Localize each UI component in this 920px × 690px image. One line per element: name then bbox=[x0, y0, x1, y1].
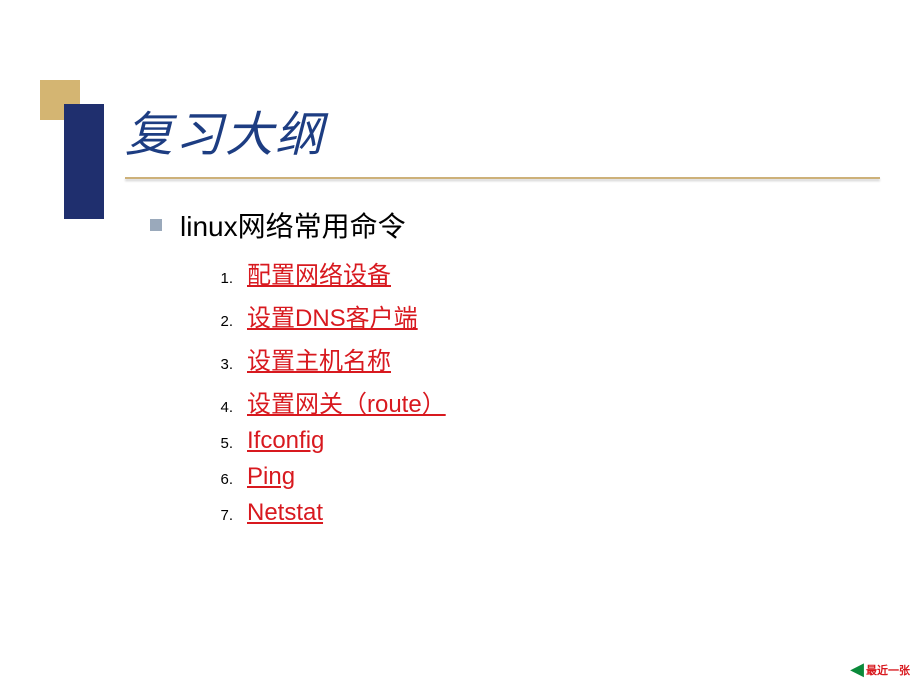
list-link[interactable]: 设置网关（route） bbox=[247, 384, 446, 419]
list-item: 2. 设置DNS客户端 bbox=[205, 298, 446, 333]
nav-label: 最近一张 bbox=[866, 662, 910, 678]
list-item: 4. 设置网关（route） bbox=[205, 384, 446, 419]
slide-title: 复习大纲 bbox=[125, 95, 880, 165]
arrow-left-icon: ◀ bbox=[850, 659, 864, 680]
list-item: 5. Ifconfig bbox=[205, 427, 446, 455]
list-link[interactable]: 设置主机名称 bbox=[247, 341, 391, 376]
title-area: 复习大纲 bbox=[125, 95, 880, 179]
list-number: 2. bbox=[205, 313, 233, 330]
list-link[interactable]: 配置网络设备 bbox=[247, 255, 391, 290]
list-number: 5. bbox=[205, 435, 233, 452]
list-link[interactable]: 设置DNS客户端 bbox=[247, 298, 418, 333]
list-link[interactable]: Ping bbox=[247, 463, 295, 491]
ordered-list: 1. 配置网络设备 2. 设置DNS客户端 3. 设置主机名称 4. 设置网关（… bbox=[205, 255, 446, 527]
list-item: 3. 设置主机名称 bbox=[205, 341, 446, 376]
list-item: 1. 配置网络设备 bbox=[205, 255, 446, 290]
section-heading-row: linux网络常用命令 bbox=[150, 205, 446, 245]
content-area: linux网络常用命令 1. 配置网络设备 2. 设置DNS客户端 3. 设置主… bbox=[150, 205, 446, 535]
title-underline bbox=[125, 177, 880, 179]
list-item: 6. Ping bbox=[205, 463, 446, 491]
list-number: 6. bbox=[205, 471, 233, 488]
list-item: 7. Netstat bbox=[205, 499, 446, 527]
decoration-navy-rect bbox=[64, 104, 104, 219]
list-link[interactable]: Netstat bbox=[247, 499, 323, 527]
list-number: 3. bbox=[205, 356, 233, 373]
bullet-square-icon bbox=[150, 219, 162, 231]
list-number: 4. bbox=[205, 399, 233, 416]
list-number: 7. bbox=[205, 507, 233, 524]
section-heading: linux网络常用命令 bbox=[180, 205, 406, 245]
list-link[interactable]: Ifconfig bbox=[247, 427, 324, 455]
nav-footer[interactable]: ◀ 最近一张 bbox=[850, 659, 910, 680]
list-number: 1. bbox=[205, 270, 233, 287]
